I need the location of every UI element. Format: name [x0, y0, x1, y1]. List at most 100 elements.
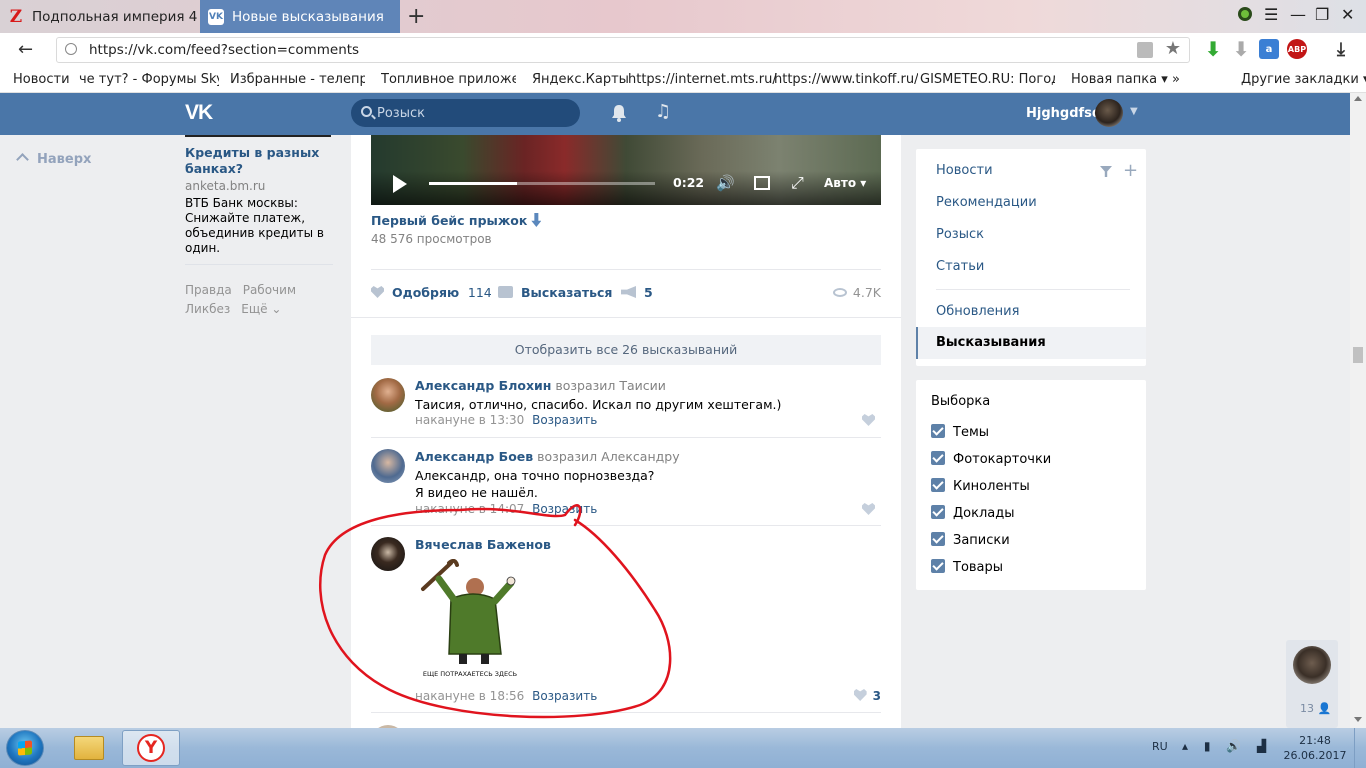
- tab-podpolnaya-imperiya[interactable]: Z Подпольная империя 4 сез: [0, 0, 200, 33]
- filter-option-videos[interactable]: Киноленты: [931, 478, 1030, 494]
- scrollbar-thumb[interactable]: [1353, 347, 1363, 363]
- new-tab-plus-icon[interactable]: +: [407, 4, 425, 29]
- site-info-icon[interactable]: [65, 43, 77, 55]
- comment-time[interactable]: накануне в 13:30: [415, 413, 524, 427]
- filter-option-notes[interactable]: Записки: [931, 532, 1010, 548]
- fullscreen-icon[interactable]: ⤢: [791, 173, 804, 193]
- volume-icon[interactable]: 🔊: [716, 174, 735, 192]
- filter-option-photos[interactable]: Фотокарточки: [931, 451, 1051, 467]
- bookmark-folder[interactable]: Новая папка ▾: [1071, 72, 1168, 87]
- video-quality-select[interactable]: Авто ▾: [824, 176, 866, 190]
- ad-block[interactable]: Кредиты в разных банках? anketa.bm.ru ВТ…: [185, 135, 333, 256]
- music-note-icon[interactable]: ♫: [655, 101, 671, 122]
- url-field[interactable]: https://vk.com/feed?section=comments ★: [56, 37, 1190, 63]
- show-all-comments-button[interactable]: Отобразить все 26 высказываний: [371, 335, 881, 365]
- filter-icon[interactable]: [1100, 166, 1112, 177]
- system-tray-icons[interactable]: ▴ ▮ 🔊 ▟: [1182, 739, 1272, 753]
- menu-item-updates[interactable]: Обновления: [936, 304, 1019, 319]
- menu-item-recommendations[interactable]: Рекомендации: [936, 195, 1037, 210]
- close-window-icon[interactable]: ✕: [1341, 5, 1354, 24]
- add-plus-icon[interactable]: +: [1123, 160, 1138, 181]
- play-icon[interactable]: [393, 175, 407, 193]
- page-scrollbar[interactable]: [1350, 93, 1366, 728]
- language-indicator[interactable]: RU: [1152, 740, 1168, 753]
- bookmark-item[interactable]: GISMETEO.RU: Погода: [920, 72, 1055, 87]
- comment-button[interactable]: Высказаться: [498, 285, 612, 300]
- windows-start-button[interactable]: [6, 730, 44, 766]
- bookmark-item[interactable]: https://internet.mts.ru/: [628, 72, 777, 87]
- footer-link[interactable]: Правда: [185, 283, 232, 297]
- header-avatar[interactable]: [1095, 99, 1123, 127]
- scroll-down-arrow-icon[interactable]: [1354, 717, 1362, 722]
- download-green-arrow-icon[interactable]: ⬇: [1203, 37, 1223, 61]
- taskbar-yandex-browser[interactable]: Y: [122, 730, 180, 766]
- search-input[interactable]: [377, 104, 567, 122]
- comment-like-button[interactable]: 3: [853, 689, 881, 703]
- bookmark-item[interactable]: че тут? - Форумы SkyC: [79, 72, 219, 87]
- taskbar-explorer[interactable]: [60, 730, 118, 766]
- restore-window-icon[interactable]: ❐: [1315, 5, 1329, 24]
- video-progress-bar[interactable]: [429, 182, 655, 185]
- filter-option-docs[interactable]: Доклады: [931, 505, 1015, 521]
- bookmark-item[interactable]: Избранные - телепрог: [230, 72, 365, 87]
- translate-extension-icon[interactable]: a: [1259, 39, 1279, 59]
- chevron-down-icon[interactable]: ▼: [1130, 106, 1138, 117]
- bookmark-item[interactable]: Топливное приложен: [381, 72, 516, 87]
- friend-avatar[interactable]: [1293, 646, 1331, 684]
- notifications-bell-icon[interactable]: [611, 104, 627, 122]
- reply-link[interactable]: Возразить: [532, 413, 597, 427]
- show-desktop-button[interactable]: [1354, 728, 1366, 768]
- friends-online-widget[interactable]: 13 👤: [1286, 640, 1338, 728]
- footer-link[interactable]: Рабочим: [243, 283, 296, 297]
- comment-avatar[interactable]: [371, 449, 405, 483]
- checkbox-checked-icon[interactable]: [931, 559, 945, 573]
- bookmark-item[interactable]: Яндекс.Карты: [532, 72, 629, 87]
- save-grey-icon[interactable]: ⬇: [1231, 37, 1251, 61]
- vk-logo-icon[interactable]: VK: [185, 101, 213, 125]
- bookmark-item[interactable]: https://www.tinkoff.ru/: [774, 72, 918, 87]
- menu-item-news[interactable]: Новости: [936, 163, 993, 178]
- footer-more-link[interactable]: Ещё ⌄: [241, 302, 281, 316]
- checkbox-checked-icon[interactable]: [931, 505, 945, 519]
- like-button[interactable]: Одобряю 114: [371, 285, 492, 300]
- comment-avatar[interactable]: [371, 378, 405, 412]
- bookmarks-overflow[interactable]: »: [1172, 72, 1180, 87]
- filter-option-goods[interactable]: Товары: [931, 559, 1003, 575]
- adblock-plus-icon[interactable]: ABP: [1287, 39, 1307, 59]
- filter-option-topics[interactable]: Темы: [931, 424, 989, 440]
- menu-item-articles[interactable]: Статьи: [936, 259, 984, 274]
- scroll-up-arrow-icon[interactable]: [1354, 96, 1362, 101]
- menu-hamburger-icon[interactable]: ☰: [1264, 5, 1278, 24]
- header-username[interactable]: Hjghgdfsd: [1026, 106, 1101, 121]
- bookmark-star-icon[interactable]: ★: [1165, 38, 1181, 59]
- checkbox-checked-icon[interactable]: [931, 424, 945, 438]
- comment-reply-to[interactable]: возразил Таисии: [555, 378, 666, 393]
- checkbox-checked-icon[interactable]: [931, 532, 945, 546]
- minimize-window-icon[interactable]: —: [1290, 5, 1306, 24]
- footer-link[interactable]: Ликбез: [185, 302, 230, 316]
- menu-item-search[interactable]: Розыск: [936, 227, 984, 242]
- comment-like-button[interactable]: [862, 503, 881, 517]
- back-to-top-link[interactable]: Наверх: [16, 152, 91, 167]
- miniplayer-icon[interactable]: [754, 176, 770, 190]
- bookmark-item[interactable]: Новости: [13, 72, 70, 87]
- lock-icon[interactable]: [1137, 42, 1153, 58]
- comment-author[interactable]: Александр Боев: [415, 449, 533, 464]
- video-title[interactable]: Первый бейс прыжок: [371, 213, 542, 228]
- search-box[interactable]: [351, 99, 580, 127]
- browser-extension-circle-icon[interactable]: [1236, 5, 1254, 27]
- ad-title[interactable]: Кредиты в разных банках?: [185, 145, 333, 177]
- taskbar-clock[interactable]: 21:48 26.06.2017: [1282, 733, 1348, 763]
- tab-new-comments[interactable]: VK Новые высказывания: [200, 0, 400, 33]
- share-button[interactable]: 5: [621, 285, 653, 300]
- back-arrow-icon[interactable]: ←: [18, 39, 33, 60]
- checkbox-checked-icon[interactable]: [931, 478, 945, 492]
- video-player[interactable]: 0:22 🔊 ⤢ Авто ▾: [371, 135, 881, 205]
- checkbox-checked-icon[interactable]: [931, 451, 945, 465]
- other-bookmarks[interactable]: Другие закладки ▾: [1241, 72, 1366, 87]
- comment-reply-to[interactable]: возразил Александру: [537, 449, 679, 464]
- comment-like-button[interactable]: [862, 414, 881, 428]
- downloads-icon[interactable]: ⤓: [1331, 39, 1351, 60]
- menu-item-comments-active[interactable]: Высказывания: [916, 327, 1146, 359]
- comment-author[interactable]: Александр Блохин: [415, 378, 551, 393]
